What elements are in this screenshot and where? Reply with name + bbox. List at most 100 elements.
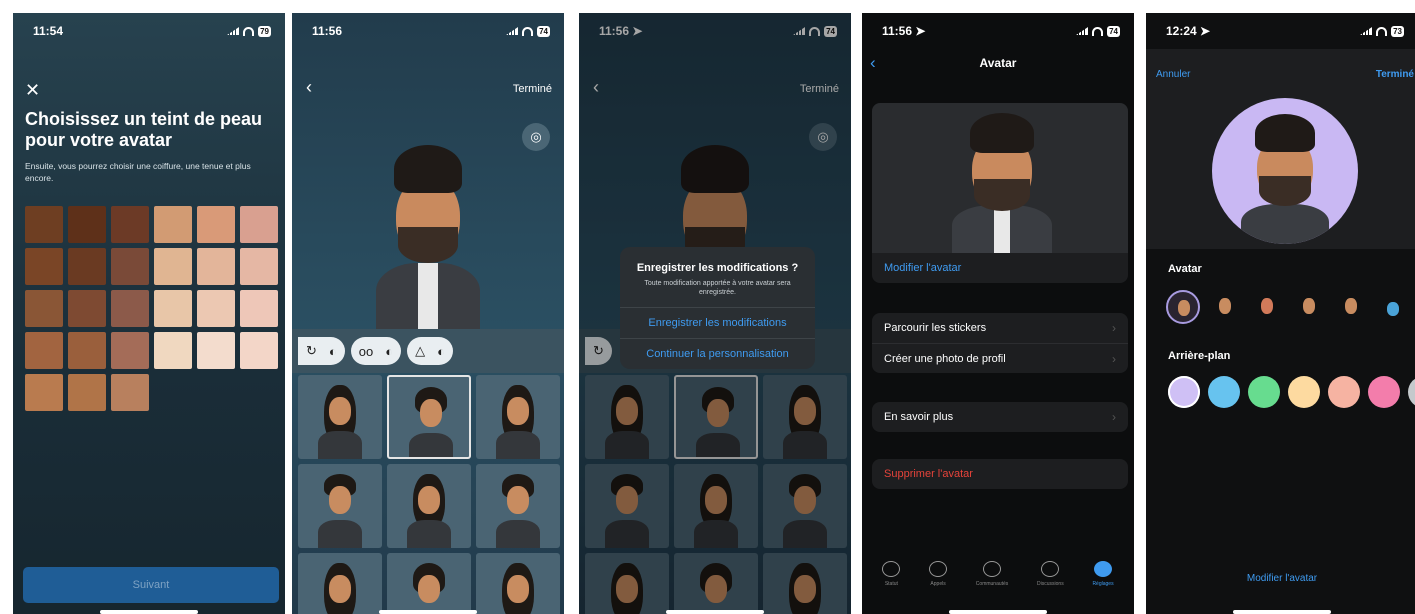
hairstyle-option[interactable] bbox=[298, 553, 382, 614]
next-button[interactable]: Suivant bbox=[23, 567, 279, 603]
tab-communities[interactable]: Communautés bbox=[976, 561, 1008, 587]
background-color-option[interactable] bbox=[1368, 376, 1400, 408]
home-indicator bbox=[949, 610, 1047, 614]
hat-category-pill[interactable]: △ ◐ bbox=[407, 337, 453, 365]
hairstyle-option[interactable] bbox=[476, 464, 560, 548]
battery-icon: 79 bbox=[258, 25, 271, 37]
home-indicator bbox=[379, 610, 477, 614]
gear-icon bbox=[1094, 561, 1112, 577]
delete-avatar-card: Supprimer l'avatar bbox=[872, 459, 1128, 489]
skin-tone-swatch[interactable] bbox=[197, 206, 235, 243]
skin-tone-swatch[interactable] bbox=[240, 248, 278, 285]
hairstyle-option-selected[interactable] bbox=[387, 375, 471, 459]
status-icon bbox=[882, 561, 901, 577]
skin-tone-swatch[interactable] bbox=[25, 374, 63, 411]
skin-tone-swatch[interactable] bbox=[197, 290, 235, 327]
background-color-option[interactable] bbox=[1248, 376, 1280, 408]
hairstyle-option[interactable] bbox=[476, 553, 560, 614]
skin-tone-grid bbox=[25, 206, 278, 411]
ear-category-pill[interactable]: ↻ ◐ bbox=[298, 337, 345, 365]
avatar-pose-option[interactable] bbox=[1334, 290, 1368, 324]
signal-icon bbox=[1076, 27, 1089, 35]
continue-editing-button[interactable]: Continuer la personnalisation bbox=[620, 338, 815, 369]
avatar-section-label: Avatar bbox=[1168, 263, 1202, 275]
skin-tone-swatch[interactable] bbox=[240, 290, 278, 327]
skin-tone-swatch[interactable] bbox=[25, 248, 63, 285]
status-time: 11:56 ➤ bbox=[882, 24, 926, 38]
sticker-options-card: Parcourir les stickers › Créer une photo … bbox=[872, 313, 1128, 373]
create-profile-photo-item[interactable]: Créer une photo de profil › bbox=[872, 343, 1128, 373]
wifi-icon bbox=[1092, 26, 1104, 36]
save-changes-dialog: Enregistrer les modifications ? Toute mo… bbox=[620, 247, 815, 369]
skin-tone-swatch[interactable] bbox=[197, 248, 235, 285]
skin-tone-swatch[interactable] bbox=[240, 332, 278, 369]
avatar-preview bbox=[872, 103, 1128, 253]
avatar-mirror-icon[interactable]: ◎ bbox=[522, 123, 550, 151]
tab-status[interactable]: Statut bbox=[882, 561, 901, 587]
back-icon[interactable]: ‹ bbox=[306, 77, 312, 98]
background-color-option[interactable] bbox=[1328, 376, 1360, 408]
glasses-category-pill[interactable]: oo ◐ bbox=[350, 337, 402, 365]
avatar-pose-option[interactable] bbox=[1208, 290, 1242, 324]
skin-tone-swatch[interactable] bbox=[111, 206, 149, 243]
skin-tone-swatch[interactable] bbox=[68, 206, 106, 243]
browse-stickers-item[interactable]: Parcourir les stickers › bbox=[872, 313, 1128, 343]
skin-tone-swatch[interactable] bbox=[111, 248, 149, 285]
background-color-option[interactable] bbox=[1208, 376, 1240, 408]
hairstyle-option[interactable] bbox=[298, 375, 382, 459]
palette-icon: ◐ bbox=[385, 343, 394, 359]
skin-tone-swatch[interactable] bbox=[111, 332, 149, 369]
learn-more-item[interactable]: En savoir plus › bbox=[872, 402, 1128, 432]
cancel-button[interactable]: Annuler bbox=[1156, 69, 1190, 80]
background-color-option[interactable] bbox=[1408, 376, 1415, 408]
skin-tone-swatch[interactable] bbox=[68, 332, 106, 369]
skin-tone-swatch[interactable] bbox=[154, 332, 192, 369]
skin-tone-swatch[interactable] bbox=[111, 374, 149, 411]
skin-tone-swatch[interactable] bbox=[240, 206, 278, 243]
skin-tone-swatch[interactable] bbox=[25, 332, 63, 369]
profile-photo-screen: 12:24 ➤ 73 Annuler Terminé Avatar Arrièr… bbox=[1146, 13, 1415, 614]
delete-avatar-button[interactable]: Supprimer l'avatar bbox=[872, 459, 1128, 489]
hairstyle-option[interactable] bbox=[387, 464, 471, 548]
skin-tone-swatch[interactable] bbox=[25, 206, 63, 243]
done-button[interactable]: Terminé bbox=[1376, 69, 1414, 80]
skin-tone-swatch[interactable] bbox=[154, 248, 192, 285]
skin-tone-swatch[interactable] bbox=[68, 248, 106, 285]
page-subtitle: Ensuite, vous pourrez choisir une coiffu… bbox=[25, 161, 251, 183]
screenshot-collage: 11:54 79 ✕ Choisissez un teint de peau p… bbox=[0, 0, 1415, 614]
hairstyle-option[interactable] bbox=[476, 375, 560, 459]
skin-tone-swatch[interactable] bbox=[111, 290, 149, 327]
chevron-right-icon: › bbox=[1112, 321, 1116, 335]
avatar-pose-option[interactable] bbox=[1376, 290, 1410, 324]
done-button[interactable]: Terminé bbox=[513, 83, 552, 95]
edit-avatar-link[interactable]: Modifier l'avatar bbox=[1146, 573, 1415, 584]
avatar-editor-screen: 11:56 74 ‹ Terminé ◎ ↻ ◐ oo ◐ △ ◐ bbox=[292, 13, 564, 614]
skin-tone-swatch[interactable] bbox=[154, 290, 192, 327]
skin-tone-swatch[interactable] bbox=[25, 290, 63, 327]
avatar-pose-option-selected[interactable] bbox=[1166, 290, 1200, 324]
background-color-option-selected[interactable] bbox=[1168, 376, 1200, 408]
avatar-pose-option[interactable] bbox=[1292, 290, 1326, 324]
battery-icon: 74 bbox=[1107, 25, 1120, 37]
save-changes-button[interactable]: Enregistrer les modifications bbox=[620, 307, 815, 338]
edit-avatar-card: Modifier l'avatar bbox=[872, 253, 1128, 283]
chat-bubble-icon bbox=[1041, 561, 1060, 577]
hairstyle-option[interactable] bbox=[298, 464, 382, 548]
edit-avatar-link[interactable]: Modifier l'avatar bbox=[872, 253, 1128, 283]
learn-more-card: En savoir plus › bbox=[872, 402, 1128, 432]
skin-tone-swatch[interactable] bbox=[197, 332, 235, 369]
skin-tone-swatch[interactable] bbox=[68, 374, 106, 411]
skin-tone-swatch[interactable] bbox=[68, 290, 106, 327]
avatar-pose-option[interactable] bbox=[1250, 290, 1284, 324]
tab-chats[interactable]: Discussions bbox=[1037, 561, 1064, 587]
signal-icon bbox=[1360, 27, 1373, 35]
skin-tone-swatch[interactable] bbox=[154, 206, 192, 243]
status-bar: 11:54 79 bbox=[13, 13, 285, 49]
hairstyle-option[interactable] bbox=[387, 553, 471, 614]
tab-calls[interactable]: Appels bbox=[929, 561, 948, 587]
close-icon[interactable]: ✕ bbox=[25, 80, 40, 101]
home-indicator bbox=[666, 610, 764, 614]
tab-settings[interactable]: Réglages bbox=[1092, 561, 1114, 587]
background-color-option[interactable] bbox=[1288, 376, 1320, 408]
skin-tone-screen: 11:54 79 ✕ Choisissez un teint de peau p… bbox=[13, 13, 285, 614]
